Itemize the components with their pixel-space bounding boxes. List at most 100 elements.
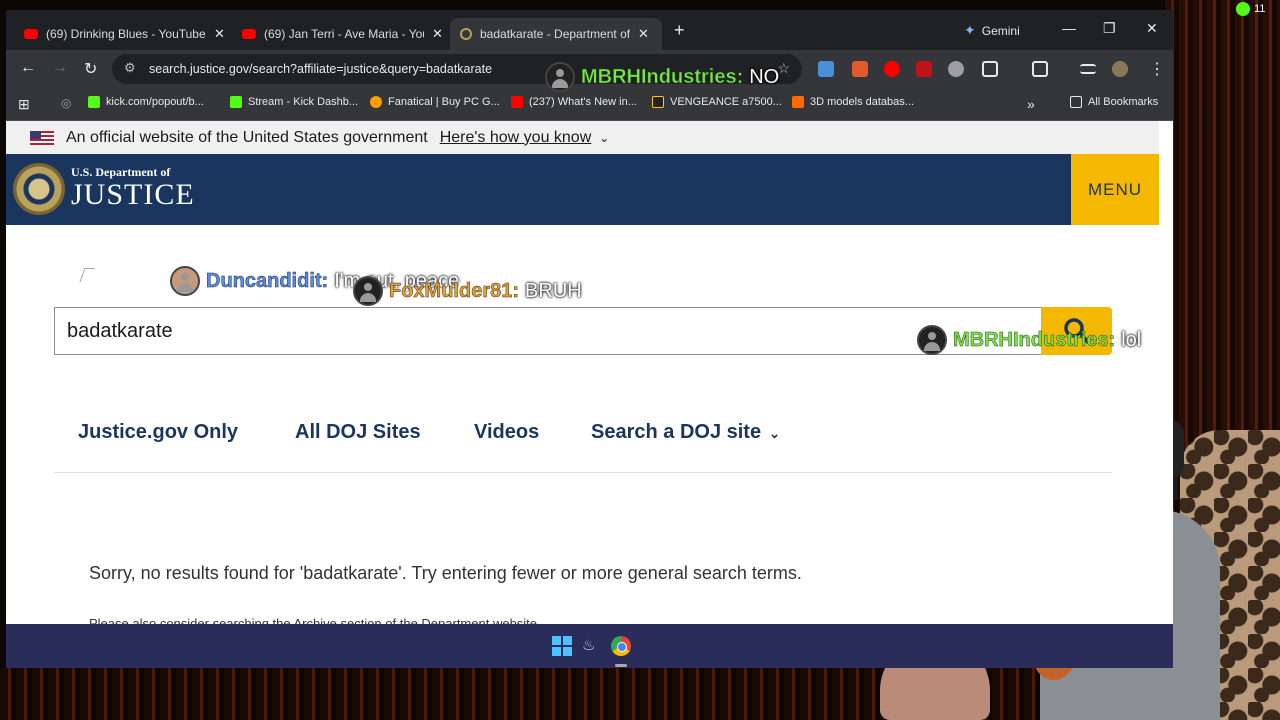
no-results-message: Sorry, no results found for 'badatkarate… bbox=[89, 563, 802, 583]
new-tab-button[interactable]: + bbox=[674, 20, 685, 41]
close-tab-icon[interactable]: ✕ bbox=[638, 26, 649, 42]
cast-icon[interactable] bbox=[1032, 61, 1048, 77]
official-website-text: An official website of the United States… bbox=[66, 128, 428, 146]
active-app-indicator bbox=[615, 664, 627, 667]
tab-strip: (69) Drinking Blues - YouTube ✕ (69) Jan… bbox=[6, 10, 1173, 50]
tab-drinking-blues[interactable]: (69) Drinking Blues - YouTube ✕ bbox=[14, 18, 235, 50]
avatar-icon bbox=[917, 325, 947, 355]
bookmarks-overflow-button[interactable]: » bbox=[1027, 96, 1035, 112]
profile-avatar[interactable] bbox=[1112, 61, 1128, 77]
avatar-icon bbox=[545, 62, 575, 92]
how-you-know-link[interactable]: Here's how you know bbox=[440, 129, 592, 147]
gov-banner: An official website of the United States… bbox=[6, 121, 1159, 154]
tab-doj-search[interactable]: badatkarate - Department of Ju ✕ bbox=[450, 18, 662, 50]
gemini-icon: ✦ bbox=[964, 22, 976, 38]
all-bookmarks-label: All Bookmarks bbox=[1088, 96, 1159, 108]
viewer-count: 11 bbox=[1236, 2, 1265, 16]
site-info-icon[interactable]: ⚙ bbox=[124, 60, 136, 76]
bookmarks-bar: ⊞ ◎ kick.com/popout/b... Stream - Kick D… bbox=[6, 88, 1173, 121]
kick-icon bbox=[1236, 2, 1250, 16]
extensions-puzzle-icon[interactable] bbox=[982, 61, 998, 77]
chat-message: MBRHIndustries: NO bbox=[545, 62, 779, 92]
chat-text: lol bbox=[1121, 328, 1142, 351]
chevron-down-icon[interactable]: ⌄ bbox=[599, 131, 609, 145]
chat-username: MBRHIndustries: bbox=[581, 65, 744, 88]
bookmark-label: (237) What's New in... bbox=[529, 96, 637, 108]
bookmark-label: Fanatical | Buy PC G... bbox=[388, 96, 500, 108]
bookmark-label: VENGEANCE a7500... bbox=[670, 96, 782, 108]
tab-all-doj-sites[interactable]: All DOJ Sites bbox=[295, 421, 421, 444]
chat-username: Duncandidit: bbox=[206, 269, 329, 292]
youtube-icon bbox=[242, 29, 256, 39]
address-url[interactable]: search.justice.gov/search?affiliate=just… bbox=[149, 62, 492, 76]
bookmark-3d-models[interactable]: 3D models databas... bbox=[792, 96, 914, 108]
chatgpt-bookmark-icon[interactable]: ◎ bbox=[61, 96, 71, 110]
chat-text: BRUH bbox=[525, 279, 582, 302]
windows-taskbar: ♨ bbox=[6, 624, 1173, 668]
search-input[interactable]: badatkarate bbox=[54, 307, 1042, 355]
mouse-cursor bbox=[79, 268, 95, 282]
kick-icon bbox=[230, 96, 242, 108]
bookmark-label: 3D models databas... bbox=[810, 96, 914, 108]
corsair-icon bbox=[652, 96, 664, 108]
bookmark-label: kick.com/popout/b... bbox=[106, 96, 204, 108]
search-scope-tabs: Justice.gov Only All DOJ Sites Videos Se… bbox=[54, 411, 1112, 473]
tab-videos[interactable]: Videos bbox=[474, 421, 539, 444]
reload-icon[interactable]: ↻ bbox=[84, 59, 97, 79]
menu-kebab-icon[interactable]: ⋮ bbox=[1149, 59, 1165, 79]
dept-name-large[interactable]: JUSTICE bbox=[71, 178, 195, 212]
chat-text: NO bbox=[749, 65, 780, 88]
windows-start-icon[interactable] bbox=[552, 636, 572, 656]
youtube-extension-icon[interactable] bbox=[884, 61, 900, 77]
youtube-icon bbox=[24, 29, 38, 39]
doj-seal-logo[interactable] bbox=[13, 163, 65, 215]
steam-icon[interactable]: ♨ bbox=[582, 636, 602, 656]
archive-note: Please also consider searching the Archi… bbox=[89, 616, 541, 624]
extension-icon[interactable] bbox=[818, 61, 834, 77]
apps-grid-icon[interactable]: ⊞ bbox=[18, 96, 30, 113]
3d-models-icon bbox=[792, 96, 804, 108]
extension-icon[interactable] bbox=[948, 61, 964, 77]
tab-title: badatkarate - Department of Ju bbox=[480, 27, 630, 41]
back-icon[interactable]: ← bbox=[20, 59, 36, 77]
bookmark-fanatical[interactable]: Fanatical | Buy PC G... bbox=[370, 96, 500, 108]
bookmark-vengeance[interactable]: VENGEANCE a7500... bbox=[652, 96, 782, 108]
bookmark-youtube[interactable]: (237) What's New in... bbox=[511, 96, 637, 108]
tab-ave-maria[interactable]: (69) Jan Terri - Ave Maria - You ✕ bbox=[232, 18, 453, 50]
bookmark-star-icon[interactable]: ☆ bbox=[777, 60, 790, 77]
bookmark-kick-dashboard[interactable]: Stream - Kick Dashb... bbox=[230, 96, 358, 108]
extension-icon[interactable] bbox=[852, 61, 868, 77]
doj-favicon-icon bbox=[460, 28, 472, 40]
us-flag-icon bbox=[30, 130, 54, 145]
menu-button[interactable]: MENU bbox=[1071, 154, 1159, 225]
close-window-button[interactable]: ✕ bbox=[1146, 20, 1158, 37]
restore-button[interactable]: ❐ bbox=[1103, 20, 1116, 37]
fanatical-icon bbox=[370, 96, 382, 108]
bookmark-label: Stream - Kick Dashb... bbox=[248, 96, 359, 108]
bookmark-kick-popout[interactable]: kick.com/popout/b... bbox=[88, 96, 204, 108]
gemini-label: Gemini bbox=[981, 23, 1020, 38]
tab-title: (69) Drinking Blues - YouTube bbox=[46, 27, 206, 41]
chrome-icon[interactable] bbox=[611, 636, 631, 656]
folder-icon bbox=[1070, 96, 1082, 108]
tab-search-doj-site-label: Search a DOJ site bbox=[591, 421, 762, 443]
close-tab-icon[interactable]: ✕ bbox=[214, 26, 225, 42]
reading-list-icon[interactable] bbox=[1080, 64, 1096, 74]
adblock-icon[interactable] bbox=[916, 61, 932, 77]
kick-icon bbox=[88, 96, 100, 108]
tab-justice-gov-only[interactable]: Justice.gov Only bbox=[78, 421, 238, 444]
close-tab-icon[interactable]: ✕ bbox=[432, 26, 443, 42]
forward-icon[interactable]: → bbox=[52, 59, 68, 77]
all-bookmarks-button[interactable]: All Bookmarks bbox=[1070, 96, 1158, 108]
chat-message: MBRHIndustries: lol bbox=[917, 325, 1141, 355]
chat-username: MBRHIndustries: bbox=[953, 328, 1116, 351]
avatar-icon bbox=[353, 276, 383, 306]
chevron-down-icon: ⌄ bbox=[769, 426, 780, 441]
tab-title: (69) Jan Terri - Ave Maria - You bbox=[264, 27, 424, 41]
chat-username: FoxMulder81: bbox=[389, 279, 520, 302]
minimize-button[interactable]: — bbox=[1062, 20, 1076, 36]
viewer-count-value: 11 bbox=[1254, 3, 1266, 15]
gemini-button[interactable]: ✦ Gemini bbox=[964, 22, 1020, 39]
doj-search-page: An official website of the United States… bbox=[6, 121, 1159, 624]
tab-search-doj-site[interactable]: Search a DOJ site ⌄ bbox=[591, 421, 780, 444]
